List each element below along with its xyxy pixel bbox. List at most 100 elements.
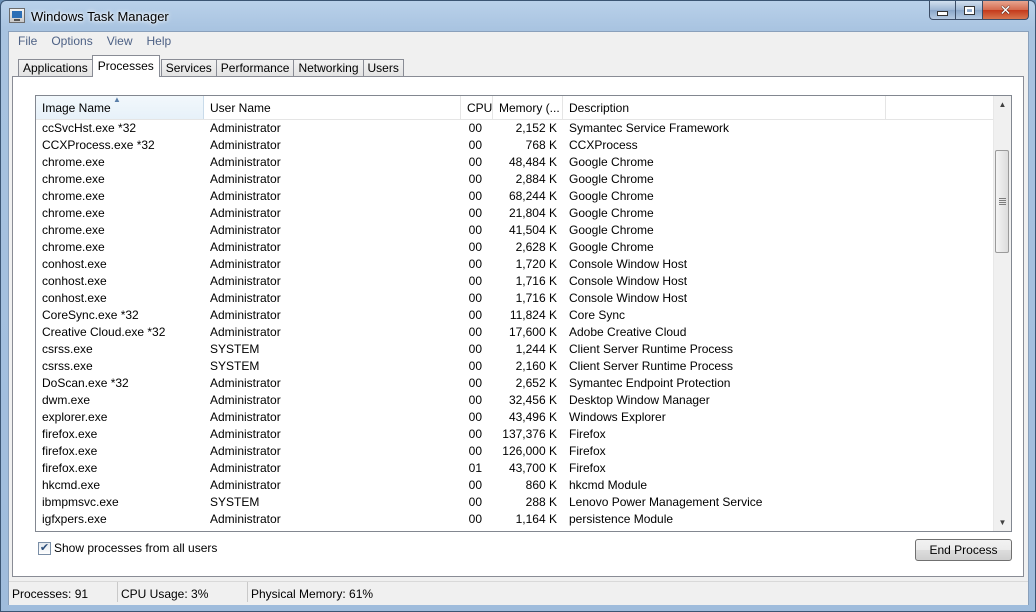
column-header-image-name[interactable]: ▲ Image Name [36, 96, 204, 119]
cell-image-name: conhost.exe [42, 274, 107, 288]
caption-buttons: ✕ [929, 1, 1029, 21]
cell-description: Firefox [569, 461, 606, 475]
close-button[interactable]: ✕ [983, 1, 1029, 20]
table-row[interactable]: dwm.exe Administrator 00 32,456 K Desktop Wi… [36, 392, 994, 409]
cell-user-name: Administrator [210, 291, 281, 305]
table-row[interactable]: firefox.exe Administrator 00 126,000 K Firef… [36, 443, 994, 460]
menu-help[interactable]: Help [140, 32, 179, 52]
table-row[interactable]: chrome.exe Administrator 00 41,504 K Google … [36, 222, 994, 239]
cell-memory: 2,152 K [515, 121, 557, 135]
table-row[interactable]: chrome.exe Administrator 00 68,244 K Google … [36, 188, 994, 205]
maximize-button[interactable] [956, 1, 983, 20]
sort-ascending-icon: ▲ [113, 96, 121, 104]
table-row[interactable]: chrome.exe Administrator 00 2,628 K Google C… [36, 239, 994, 256]
cell-memory: 1,716 K [515, 274, 557, 288]
menu-file[interactable]: File [11, 32, 44, 52]
table-row[interactable]: chrome.exe Administrator 00 21,804 K Google … [36, 205, 994, 222]
cell-user-name: Administrator [210, 393, 281, 407]
status-physical-memory: Physical Memory: 61% [251, 587, 374, 601]
cell-image-name: Creative Cloud.exe *32 [42, 325, 166, 339]
cell-description: Windows Explorer [569, 410, 666, 424]
tab-performance[interactable]: Performance [215, 59, 295, 77]
table-row[interactable]: chrome.exe Administrator 00 48,484 K Google … [36, 154, 994, 171]
table-row[interactable]: DoScan.exe *32 Administrator 00 2,652 K Syma… [36, 375, 994, 392]
table-row[interactable]: firefox.exe Administrator 01 43,700 K Firefo… [36, 460, 994, 477]
tab-processes[interactable]: Processes [91, 55, 160, 77]
cell-image-name: DoScan.exe *32 [42, 376, 129, 390]
table-row[interactable]: explorer.exe Administrator 00 43,496 K Windo… [36, 409, 994, 426]
cell-memory: 1,164 K [515, 512, 557, 526]
table-row[interactable]: CCXProcess.exe *32 Administrator 00 768 K CC… [36, 137, 994, 154]
cell-image-name: ccSvcHst.exe *32 [42, 121, 137, 135]
table-row[interactable]: Creative Cloud.exe *32 Administrator 00 17,… [36, 324, 994, 341]
table-row[interactable]: hkcmd.exe Administrator 00 860 K hkcmd Modul… [36, 477, 994, 494]
cell-description: Client Server Runtime Process [569, 359, 734, 373]
cell-description: Google Chrome [569, 189, 654, 203]
table-row[interactable]: chrome.exe Administrator 00 2,884 K Google C… [36, 171, 994, 188]
cell-image-name: csrss.exe [42, 342, 93, 356]
cell-cpu: 00 [468, 240, 482, 254]
minimize-button[interactable] [929, 1, 956, 20]
scroll-down-arrow-icon[interactable]: ▼ [994, 514, 1011, 531]
scrollbar-thumb[interactable] [995, 150, 1009, 253]
table-row[interactable]: conhost.exe Administrator 00 1,716 K Console… [36, 290, 994, 307]
cell-cpu: 00 [468, 393, 482, 407]
cell-memory: 43,496 K [508, 410, 557, 424]
table-row[interactable]: ccSvcHst.exe *32 Administrator 00 2,152 K Sy… [36, 120, 994, 137]
cell-cpu: 00 [468, 444, 482, 458]
scroll-up-arrow-icon[interactable]: ▲ [994, 96, 1011, 113]
cell-cpu: 00 [468, 189, 482, 203]
column-header-description[interactable]: Description [563, 96, 886, 119]
table-row[interactable]: csrss.exe SYSTEM 00 2,160 K Client Server Ru… [36, 358, 994, 375]
cell-image-name: firefox.exe [42, 427, 98, 441]
table-row[interactable]: conhost.exe Administrator 00 1,720 K Console… [36, 256, 994, 273]
tab-applications[interactable]: Applications [18, 59, 93, 77]
cell-image-name: explorer.exe [42, 410, 108, 424]
table-row[interactable]: CoreSync.exe *32 Administrator 00 11,824 K C… [36, 307, 994, 324]
end-process-button[interactable]: End Process [915, 539, 1012, 561]
cell-image-name: conhost.exe [42, 291, 107, 305]
cell-cpu: 00 [468, 359, 482, 373]
cell-image-name: chrome.exe [42, 223, 105, 237]
show-all-checkbox[interactable]: ✔ [38, 541, 51, 555]
cell-cpu: 00 [468, 410, 482, 424]
table-row[interactable]: firefox.exe Administrator 00 137,376 K Firef… [36, 426, 994, 443]
tab-networking[interactable]: Networking [293, 59, 364, 77]
cell-description: Google Chrome [569, 223, 654, 237]
cell-user-name: Administrator [210, 427, 281, 441]
menu-options[interactable]: Options [44, 32, 99, 52]
cell-user-name: Administrator [210, 410, 281, 424]
cell-memory: 288 K [525, 495, 557, 509]
tab-users[interactable]: Users [362, 59, 404, 77]
column-header-memory[interactable]: Memory (... [493, 96, 563, 119]
tab-services[interactable]: Services [160, 59, 217, 77]
cell-cpu: 00 [468, 512, 482, 526]
maximize-icon [963, 5, 975, 15]
tab-strip: Applications Processes Services Performa… [18, 55, 404, 77]
process-list[interactable]: ▲ Image Name User Name CPU Memory (... D… [35, 95, 1012, 532]
table-row[interactable]: conhost.exe Administrator 00 1,716 K Console… [36, 273, 994, 290]
column-header-user-name[interactable]: User Name [204, 96, 461, 119]
cell-cpu: 00 [468, 121, 482, 135]
cell-cpu: 00 [468, 325, 482, 339]
title-bar[interactable]: Windows Task Manager ✕ [1, 1, 1035, 31]
cell-user-name: Administrator [210, 308, 281, 322]
column-header-cpu[interactable]: CPU [461, 96, 493, 119]
table-row[interactable]: csrss.exe SYSTEM 00 1,244 K Client Server Ru… [36, 341, 994, 358]
list-header: ▲ Image Name User Name CPU Memory (... D… [36, 96, 994, 120]
table-row[interactable]: ibmpmsvc.exe SYSTEM 00 288 K Lenovo Power Ma… [36, 494, 994, 511]
table-row[interactable]: igfxpers.exe Administrator 00 1,164 K persis… [36, 511, 994, 528]
cell-user-name: Administrator [210, 138, 281, 152]
list-body: ccSvcHst.exe *32 Administrator 00 2,152 K Sy… [36, 120, 994, 528]
cell-image-name: conhost.exe [42, 257, 107, 271]
menu-view[interactable]: View [100, 32, 140, 52]
cell-description: Lenovo Power Management Service [569, 495, 763, 509]
vertical-scrollbar[interactable]: ▲ ▼ [993, 96, 1011, 531]
show-all-processes-option[interactable]: ✔ Show processes from all users [38, 540, 217, 556]
cell-memory: 2,160 K [515, 359, 557, 373]
cell-cpu: 00 [468, 376, 482, 390]
processes-tab-page: ▲ Image Name User Name CPU Memory (... D… [12, 76, 1024, 577]
cell-image-name: igfxpers.exe [42, 512, 107, 526]
show-all-label[interactable]: Show processes from all users [54, 541, 217, 555]
cell-user-name: Administrator [210, 155, 281, 169]
